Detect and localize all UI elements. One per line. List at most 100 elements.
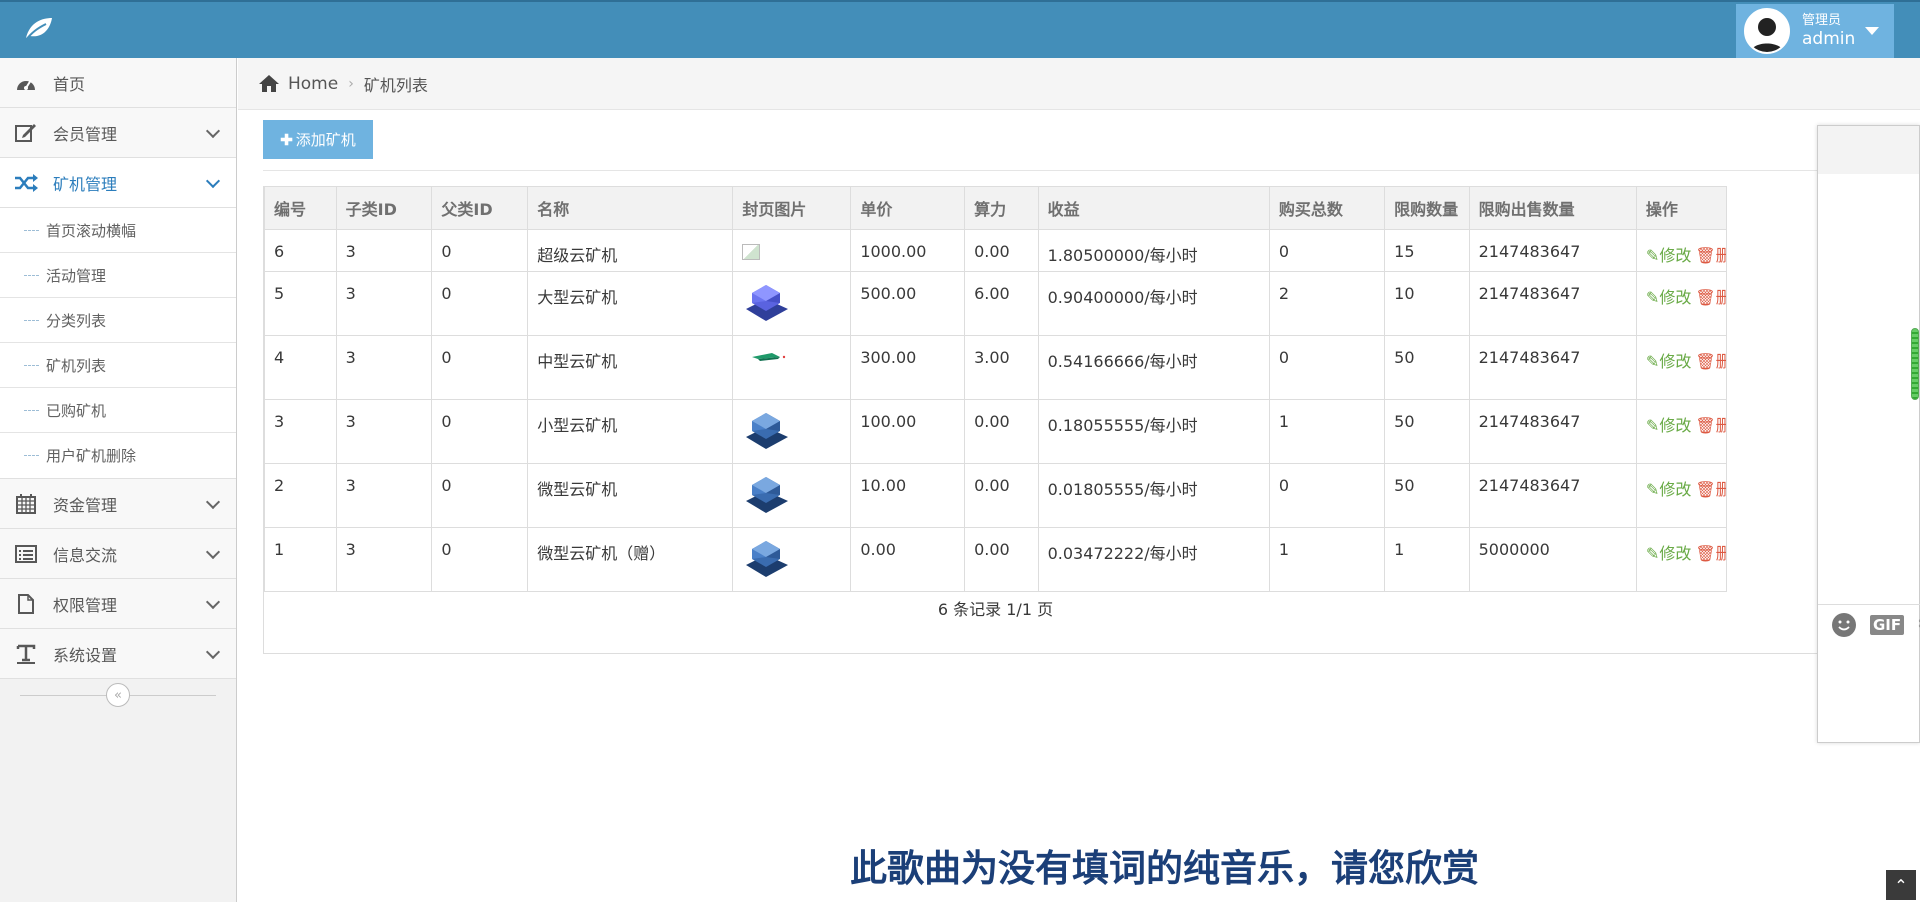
- chevron-right-icon: ›: [348, 75, 354, 92]
- home-icon: [258, 74, 280, 93]
- calendar-icon: [14, 492, 38, 516]
- miners-submenu: 首页滚动横幅 活动管理 分类列表 矿机列表 已购矿机 用户矿机删除: [0, 208, 236, 479]
- pencil-icon: ✎: [1645, 288, 1660, 307]
- plus-icon: ✚: [280, 131, 293, 149]
- sidebar-subitem-banner[interactable]: 首页滚动横幅: [0, 208, 236, 253]
- sidebar-item-label: 权限管理: [53, 595, 118, 615]
- delete-link[interactable]: 🗑删除: [1695, 416, 1725, 435]
- file-icon: [14, 592, 38, 616]
- trash-icon: 🗑: [1695, 480, 1716, 499]
- sidebar-subitem-activity[interactable]: 活动管理: [0, 253, 236, 298]
- miner-thumbnail: [746, 413, 789, 449]
- edit-link[interactable]: ✎修改: [1646, 352, 1691, 371]
- sidebar-item-messages[interactable]: 信息交流: [0, 529, 236, 579]
- column-header: 编号: [264, 186, 337, 230]
- edit-link[interactable]: ✎修改: [1646, 544, 1691, 563]
- table-row: 3 3 0 小型云矿机 100.00 0.00 0.18055555/每小时 1…: [264, 399, 1728, 464]
- column-header: 父类ID: [431, 186, 529, 230]
- edit-link[interactable]: ✎修改: [1646, 480, 1691, 499]
- chevron-down-icon: [205, 544, 221, 560]
- add-miner-button[interactable]: ✚ 添加矿机: [263, 120, 373, 159]
- trash-icon: 🗑: [1695, 416, 1716, 435]
- table-row: 5 3 0 大型云矿机 500.00 6.00 0.90400000/每小时 2…: [264, 271, 1728, 336]
- leaf-logo-icon[interactable]: [22, 14, 56, 44]
- emoji-icon[interactable]: [1832, 612, 1856, 637]
- sidebar-item-miners[interactable]: 矿机管理: [0, 158, 236, 208]
- chat-toolbar: GIF ✂: [1818, 604, 1920, 644]
- pencil-icon: ✎: [1645, 416, 1660, 435]
- chevron-down-icon: [205, 644, 221, 660]
- top-navbar: 管理员 admin: [0, 0, 1920, 58]
- chat-header: [1818, 126, 1919, 174]
- sidebar-item-settings[interactable]: 系统设置: [0, 629, 236, 679]
- delete-link[interactable]: 🗑删除: [1695, 480, 1725, 499]
- breadcrumb: Home › 矿机列表: [238, 58, 1920, 110]
- sidebar-subitem-purchased[interactable]: 已购矿机: [0, 388, 236, 433]
- sidebar-item-label: 矿机管理: [53, 174, 118, 194]
- edit-link[interactable]: ✎修改: [1646, 288, 1691, 307]
- edit-link[interactable]: ✎修改: [1646, 416, 1691, 435]
- breadcrumb-current: 矿机列表: [363, 75, 428, 95]
- chat-panel: GIF ✂: [1817, 125, 1920, 743]
- delete-link[interactable]: 🗑删除: [1695, 544, 1725, 563]
- miner-table: 编号 子类ID 父类ID 名称 封页图片 单价 算力 收益 购买总数 限购数量 …: [264, 186, 1728, 592]
- pencil-icon: ✎: [1645, 544, 1660, 563]
- column-header: 收益: [1037, 186, 1270, 230]
- delete-link[interactable]: 🗑删除: [1695, 246, 1725, 265]
- broken-image-icon: [742, 244, 761, 260]
- pencil-icon: ✎: [1645, 352, 1660, 371]
- delete-link[interactable]: 🗑删除: [1695, 352, 1725, 371]
- pencil-icon: ✎: [1645, 246, 1660, 265]
- edit-link[interactable]: ✎修改: [1646, 246, 1691, 265]
- edit-icon: [14, 121, 38, 145]
- table-row: 4 3 0 中型云矿机 300.00 3.00 0.54166666/每小时 0…: [264, 335, 1728, 400]
- sidebar-subitem-miner-list[interactable]: 矿机列表: [0, 343, 236, 388]
- chevron-down-icon: [205, 594, 221, 610]
- column-header: 单价: [850, 186, 966, 230]
- sidebar-item-funds[interactable]: 资金管理: [0, 479, 236, 529]
- double-angle-up-icon: ⌃: [1894, 875, 1908, 895]
- lyrics-subtitle: 此歌曲为没有填词的纯音乐，请您欣赏: [849, 846, 1480, 891]
- miner-thumbnail: [746, 541, 789, 577]
- text-format-icon: [14, 642, 38, 666]
- sidebar-item-home[interactable]: 首页: [0, 58, 236, 108]
- list-alt-icon: [14, 542, 38, 566]
- sidebar-collapse-bar: «: [0, 679, 236, 713]
- column-header: 购买总数: [1268, 186, 1386, 230]
- gif-button[interactable]: GIF: [1870, 614, 1905, 635]
- double-angle-left-icon[interactable]: «: [106, 683, 130, 707]
- table-row: 6 3 0 超级云矿机 1000.00 0.00 1.80500000/每小时 …: [264, 229, 1728, 272]
- miner-thumbnail: [746, 285, 789, 321]
- divider: [263, 170, 1920, 171]
- caret-down-icon: [1865, 27, 1880, 35]
- trash-icon: 🗑: [1695, 246, 1716, 265]
- breadcrumb-home-link[interactable]: Home: [288, 74, 338, 94]
- sidebar-subitem-user-miner-delete[interactable]: 用户矿机删除: [0, 433, 236, 478]
- sidebar-item-members[interactable]: 会员管理: [0, 108, 236, 158]
- trash-icon: 🗑: [1695, 544, 1716, 563]
- chat-scrollbar[interactable]: [1911, 328, 1919, 400]
- column-header: 限购出售数量: [1468, 186, 1637, 230]
- user-menu[interactable]: 管理员 admin: [1736, 4, 1894, 58]
- sidebar-item-label: 信息交流: [53, 545, 118, 565]
- sidebar-subitem-categories[interactable]: 分类列表: [0, 298, 236, 343]
- table-header-row: 编号 子类ID 父类ID 名称 封页图片 单价 算力 收益 购买总数 限购数量 …: [264, 186, 1728, 230]
- column-header: 封页图片: [732, 186, 852, 230]
- sidebar-item-permissions[interactable]: 权限管理: [0, 579, 236, 629]
- sidebar-item-label: 首页: [53, 74, 86, 94]
- trash-icon: 🗑: [1695, 288, 1716, 307]
- pencil-icon: ✎: [1645, 480, 1660, 499]
- trash-icon: 🗑: [1695, 352, 1716, 371]
- chevron-down-icon: [205, 494, 221, 510]
- chevron-down-icon: [205, 173, 221, 189]
- miner-table-container: 编号 子类ID 父类ID 名称 封页图片 单价 算力 收益 购买总数 限购数量 …: [263, 186, 1920, 654]
- delete-link[interactable]: 🗑删除: [1695, 288, 1725, 307]
- chevron-down-icon: [205, 123, 221, 139]
- sidebar-item-label: 资金管理: [53, 495, 118, 515]
- column-header: 限购数量: [1384, 186, 1470, 230]
- miner-thumbnail: [752, 353, 786, 361]
- back-to-top-button[interactable]: ⌃: [1886, 870, 1916, 900]
- sidebar: 首页 会员管理 矿机管理 首页滚动横幅 活动管理 分类列表 矿机列表 已购矿机 …: [0, 58, 237, 902]
- user-name: admin: [1802, 29, 1856, 49]
- avatar: [1744, 8, 1790, 54]
